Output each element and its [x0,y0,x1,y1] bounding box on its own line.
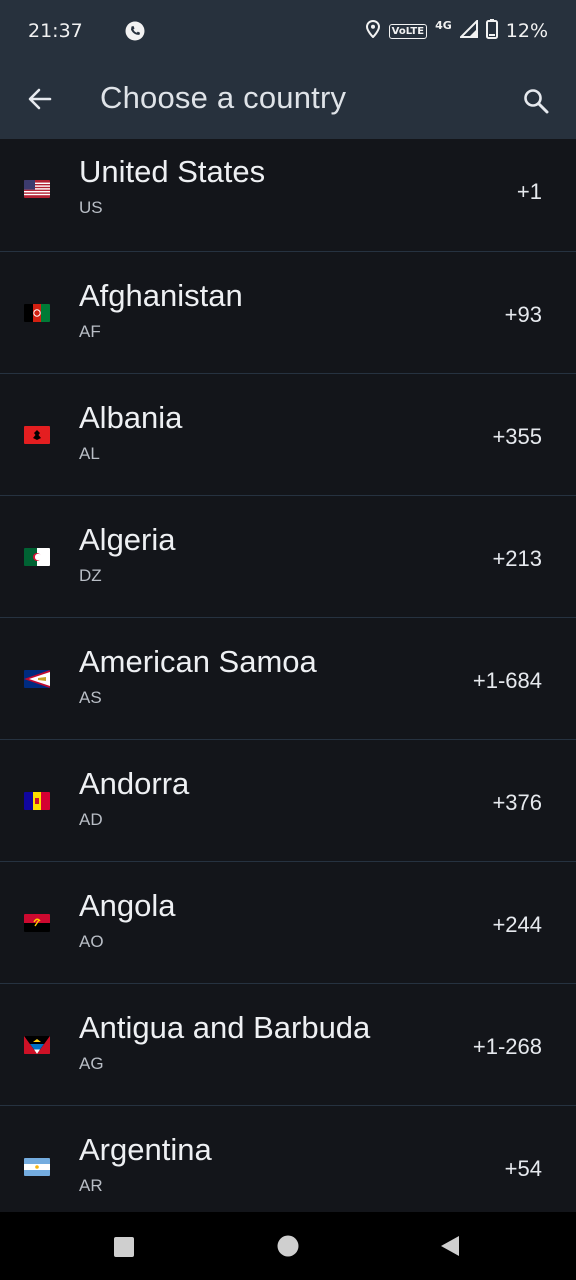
arrow-back-icon [28,88,52,110]
dial-code: +1 [516,179,542,204]
dial-code: +244 [492,912,542,937]
country-list: United States US +1 Afghanistan AF +93 A… [0,139,576,1228]
us-flag-icon [24,180,50,198]
battery-icon [485,19,498,43]
country-name: United States [79,154,266,189]
country-name: American Samoa [79,644,317,679]
circle-icon [277,1235,299,1257]
country-name: Antigua and Barbuda [79,1010,371,1045]
country-row-ag[interactable]: Antigua and Barbuda AG +1-268 [0,984,576,1106]
country-code: DZ [79,566,102,585]
volte-badge: VoLTE [388,23,428,39]
network-type: 4G [435,18,452,32]
dz-flag-icon [24,548,50,566]
home-button[interactable] [276,1234,302,1260]
country-code: AR [79,1176,103,1195]
country-row-dz[interactable]: Algeria DZ +213 [0,496,576,618]
country-name: Argentina [79,1132,212,1167]
status-icons: VoLTE 4G 12% [365,18,548,44]
al-flag-icon [24,426,50,444]
signal-icon [458,18,478,42]
country-name: Algeria [79,522,176,557]
location-icon [365,19,381,42]
status-time: 21:37 [28,20,83,42]
country-code: AG [79,1054,104,1073]
back-button[interactable] [20,79,60,119]
country-code: AD [79,810,103,829]
search-icon [524,89,549,114]
status-bar: 21:37 VoLTE 4G 12% [0,0,576,62]
country-row-ao[interactable]: Angola AO +244 [0,862,576,984]
ag-flag-icon [24,1036,50,1054]
dial-code: +355 [492,424,542,449]
af-flag-icon [24,304,50,322]
page-title: Choose a country [100,80,347,115]
country-name: Albania [79,400,183,435]
search-button[interactable] [514,79,558,123]
country-row-ar[interactable]: Argentina AR +54 [0,1106,576,1228]
ad-flag-icon [24,792,50,810]
country-row-af[interactable]: Afghanistan AF +93 [0,252,576,374]
back-nav-button[interactable] [438,1234,464,1260]
dial-code: +1-684 [472,668,542,693]
square-icon [114,1237,134,1257]
country-name: Andorra [79,766,190,801]
dial-code: +93 [504,302,542,327]
dial-code: +213 [492,546,542,571]
recents-button[interactable] [113,1234,139,1260]
as-flag-icon [24,670,50,688]
country-code: AF [79,322,101,341]
triangle-back-icon [441,1236,459,1256]
country-code: US [79,198,103,217]
top-bar: 21:37 VoLTE 4G 12% Choose a country [0,0,576,139]
country-row-as[interactable]: American Samoa AS +1-684 [0,618,576,740]
country-code: AO [79,932,104,951]
dial-code: +376 [492,790,542,815]
system-nav-bar [0,1212,576,1280]
battery-percent: 12% [505,20,548,42]
country-code: AL [79,444,100,463]
country-row-ad[interactable]: Andorra AD +376 [0,740,576,862]
country-code: AS [79,688,102,707]
country-name: Angola [79,888,176,923]
country-row-us[interactable]: United States US +1 [0,139,576,252]
dial-code: +54 [504,1156,542,1181]
country-name: Afghanistan [79,278,243,313]
ao-flag-icon [24,914,50,932]
dial-code: +1-268 [472,1034,542,1059]
app-bar: Choose a country [0,62,576,139]
whatsapp-icon [124,20,146,42]
ar-flag-icon [24,1158,50,1176]
country-row-al[interactable]: Albania AL +355 [0,374,576,496]
